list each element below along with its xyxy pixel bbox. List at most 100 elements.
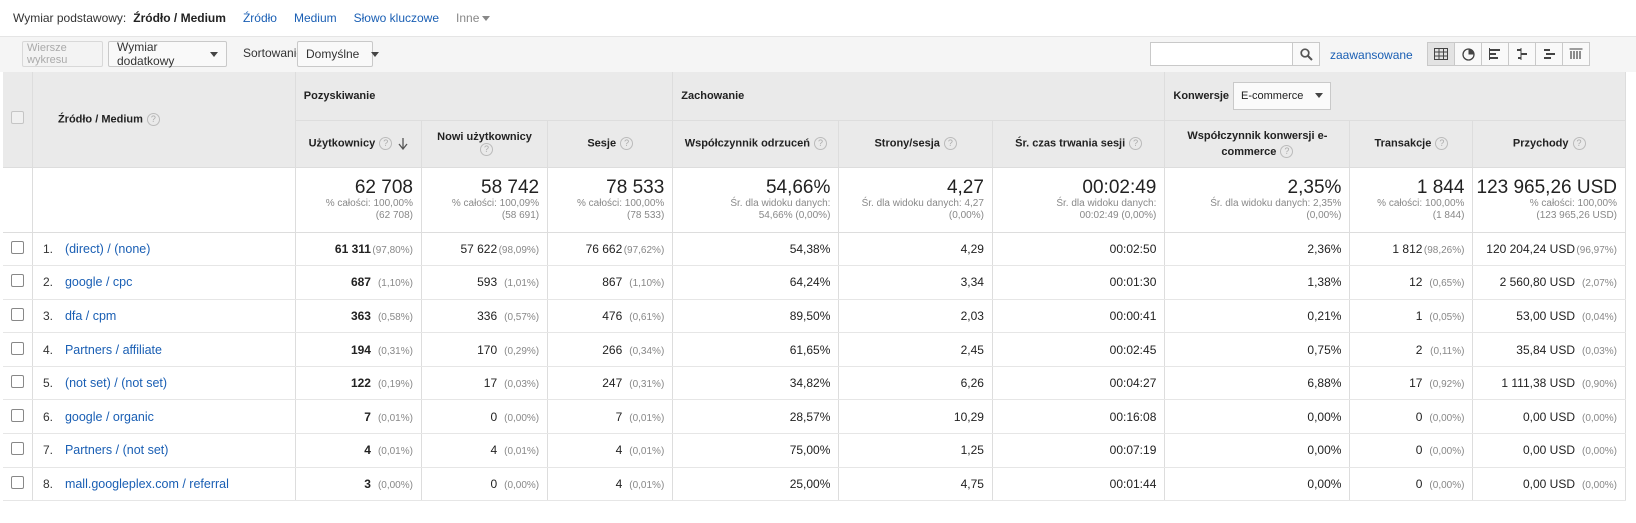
cell-pages-per-session-value: 3,34 — [960, 275, 984, 290]
source-medium-link[interactable]: google / organic — [65, 410, 154, 424]
row-select-cell — [3, 399, 33, 435]
group-conversions-label: Konwersje — [1173, 89, 1230, 102]
cell-bounce-rate: 61,65% — [672, 332, 840, 367]
column-transactions-label: Transakcje — [1374, 137, 1432, 150]
row-checkbox[interactable] — [10, 475, 24, 489]
advanced-filter-link[interactable]: zaawansowane — [1330, 48, 1413, 62]
cell-bounce-rate-value: 75,00% — [789, 443, 831, 458]
row-select-cell — [3, 232, 33, 267]
total-sub2: 54,66% (0,00%) — [758, 209, 831, 221]
cell-sessions: 76 662(97,62%) — [547, 232, 674, 267]
search-input[interactable] — [1150, 42, 1293, 66]
dimension-header-label: Źródło / Medium — [57, 113, 143, 126]
conversion-type-dropdown[interactable]: E-commerce — [1233, 81, 1332, 110]
source-medium-link[interactable]: google / cpc — [65, 275, 132, 289]
select-all-cell — [3, 72, 33, 168]
cell-users-value: 122 — [350, 376, 371, 391]
column-new-users-label: Nowi użytkownicy — [437, 131, 532, 143]
source-medium-link[interactable]: dfa / cpm — [65, 309, 116, 323]
cell-transactions: 1 (0,05%) — [1349, 299, 1474, 334]
cell-bounce-rate-value: 25,00% — [789, 476, 831, 491]
column-revenue[interactable]: Przychody? — [1472, 120, 1626, 168]
row-checkbox[interactable] — [10, 307, 24, 321]
column-pages-per-session[interactable]: Strony/sesja? — [838, 120, 993, 168]
cell-avg-session-duration: 00:00:41 — [992, 299, 1166, 334]
cell-new-users-percent: (0,01%) — [504, 446, 540, 458]
column-new-users[interactable]: Nowi użytkownicy? — [421, 120, 549, 168]
source-medium-link[interactable]: (direct) / (none) — [65, 242, 150, 256]
dimension-link-source[interactable]: Źródło — [243, 11, 277, 25]
cell-bounce-rate-value: 89,50% — [789, 308, 831, 323]
row-checkbox[interactable] — [10, 375, 24, 389]
column-ecommerce-conversion-rate[interactable]: Współczynnik konwersji e-commerce? — [1164, 120, 1351, 168]
cell-avg-session-duration: 00:07:19 — [992, 433, 1166, 468]
column-bounce-rate[interactable]: Współczynnik odrzuceń? — [672, 120, 840, 168]
pie-view-button[interactable] — [1454, 42, 1482, 66]
term-cloud-button[interactable] — [1535, 42, 1563, 66]
cell-sessions-percent: (1,10%) — [629, 278, 665, 290]
cell-sessions-percent: (0,01%) — [629, 412, 665, 424]
cell-pages-per-session: 3,34 — [838, 265, 993, 300]
report-table: Źródło / Medium? Pozyskiwanie Zachowanie… — [3, 72, 1626, 502]
sort-dropdown[interactable]: Domyślne — [297, 41, 380, 67]
row-checkbox[interactable] — [10, 240, 24, 254]
table-view-button[interactable] — [1427, 42, 1455, 66]
table-row: 7. Partners / (not set) 4 (0,01%) 4 (0,01%) 4 (… — [3, 433, 1626, 468]
column-transactions[interactable]: Transakcje? — [1349, 120, 1474, 168]
cell-avg-session-duration: 00:02:45 — [992, 332, 1166, 367]
secondary-dimension-dropdown[interactable]: Wymiar dodatkowy — [108, 40, 227, 68]
cell-revenue: 0,00 USD (0,00%) — [1472, 399, 1626, 435]
pivot-view-button[interactable] — [1562, 42, 1590, 66]
column-users[interactable]: Użytkownicy? — [295, 120, 422, 168]
source-medium-link[interactable]: mall.googleplex.com / referral — [65, 477, 229, 491]
total-value: 62 708 — [354, 176, 413, 198]
cell-source-medium: 6. google / organic — [32, 399, 296, 435]
dimension-link-keyword[interactable]: Słowo kluczowe — [354, 11, 439, 25]
search-button[interactable] — [1293, 42, 1320, 66]
cell-transactions-percent: (0,00%) — [1429, 479, 1465, 491]
dimension-header[interactable]: Źródło / Medium? — [32, 72, 296, 168]
cell-sessions-value: 4 — [615, 443, 623, 458]
total-sub2: 00:02:49 (0,00%) — [1079, 209, 1157, 221]
cell-users: 7 (0,01%) — [295, 399, 422, 435]
conversion-type-value: E-commerce — [1241, 89, 1304, 102]
source-medium-link[interactable]: Partners / (not set) — [65, 443, 169, 457]
row-checkbox[interactable] — [10, 408, 24, 422]
cell-transactions-value: 0 — [1415, 409, 1423, 424]
source-medium-link[interactable]: (not set) / (not set) — [65, 376, 167, 390]
cell-sessions-value: 266 — [602, 342, 623, 357]
plot-rows-button[interactable]: Wiersze wykresu — [22, 41, 103, 67]
cell-bounce-rate: 28,57% — [672, 399, 840, 435]
total-users: 62 708% całości: 100,00% (62 708) — [295, 167, 422, 233]
row-checkbox[interactable] — [10, 341, 24, 355]
row-checkbox[interactable] — [10, 274, 24, 288]
cell-pages-per-session-value: 4,29 — [960, 241, 984, 256]
dimension-link-medium[interactable]: Medium — [294, 11, 337, 25]
source-medium-link[interactable]: Partners / affiliate — [65, 343, 162, 357]
comparison-view-button[interactable] — [1508, 42, 1536, 66]
cell-transactions: 0 (0,00%) — [1349, 433, 1474, 468]
performance-view-button[interactable] — [1481, 42, 1509, 66]
help-icon: ? — [1129, 137, 1143, 150]
row-checkbox[interactable] — [10, 442, 24, 456]
chevron-down-icon — [371, 51, 380, 57]
cell-bounce-rate-value: 61,65% — [789, 342, 831, 357]
cell-users-percent: (0,00%) — [377, 479, 413, 491]
cell-revenue-value: 35,84 USD — [1516, 342, 1575, 357]
cell-transactions-value: 0 — [1415, 476, 1423, 491]
total-value: 123 965,26 USD — [1476, 176, 1618, 198]
help-icon: ? — [813, 137, 827, 150]
cell-transactions-percent: (0,65%) — [1429, 278, 1465, 290]
total-sub1: % całości: 100,09% — [451, 197, 540, 209]
cell-users-percent: (1,10%) — [377, 278, 413, 290]
cell-sessions-percent: (0,61%) — [629, 311, 665, 323]
cell-users: 4 (0,01%) — [295, 433, 422, 468]
cell-sessions-value: 476 — [602, 308, 623, 323]
cell-ecommerce-conversion-rate: 1,38% — [1164, 265, 1351, 300]
column-avg-session-duration[interactable]: Śr. czas trwania sesji? — [992, 120, 1166, 168]
select-all-checkbox[interactable] — [10, 111, 24, 125]
dimension-more-dropdown[interactable]: Inne — [456, 11, 491, 25]
cell-revenue-value: 1 111,38 USD — [1501, 376, 1575, 391]
column-sessions[interactable]: Sesje? — [547, 120, 674, 168]
cell-bounce-rate-value: 28,57% — [789, 409, 831, 424]
